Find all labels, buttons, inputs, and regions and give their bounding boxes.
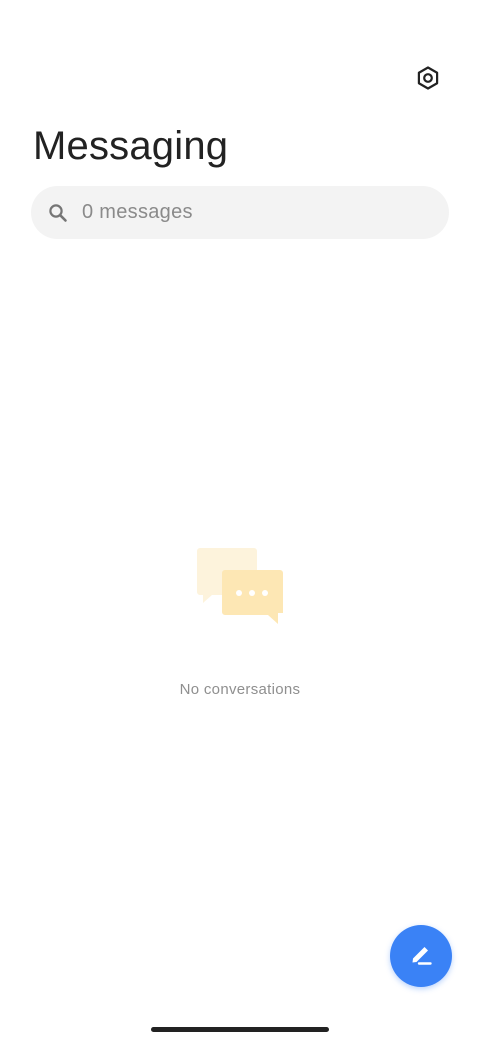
- search-bar[interactable]: 0 messages: [31, 186, 449, 239]
- settings-icon: [415, 65, 441, 96]
- messaging-screen: Messaging 0 messages No conversations: [0, 0, 480, 1040]
- home-indicator[interactable]: [151, 1027, 329, 1032]
- settings-button[interactable]: [410, 62, 446, 98]
- empty-state-message: No conversations: [179, 681, 301, 698]
- page-title: Messaging: [33, 124, 229, 168]
- search-icon: [47, 202, 69, 224]
- compose-pencil-icon: [407, 940, 435, 973]
- chat-bubbles-icon: [194, 545, 286, 627]
- compose-button[interactable]: [390, 925, 452, 987]
- search-input[interactable]: 0 messages: [82, 201, 193, 224]
